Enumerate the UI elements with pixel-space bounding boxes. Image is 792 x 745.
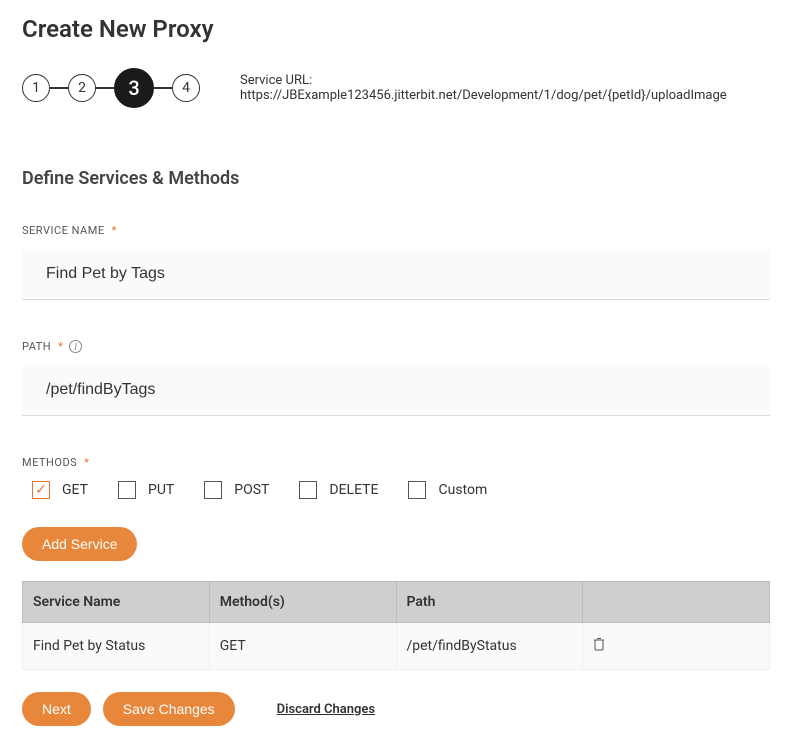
checkbox-box[interactable]: [32, 481, 50, 499]
step-3[interactable]: 3: [114, 68, 154, 108]
required-marker: *: [84, 456, 89, 469]
service-url-value: https://JBExample123456.jitterbit.net/De…: [240, 88, 727, 103]
checkbox-box[interactable]: [204, 481, 222, 499]
step-connector: [96, 87, 114, 89]
step-4[interactable]: 4: [172, 74, 200, 102]
cell-methods: GET: [209, 623, 396, 670]
header-row: 1 2 3 4 Service URL: https://JBExample12…: [22, 68, 770, 108]
discard-changes-link[interactable]: Discard Changes: [277, 702, 375, 717]
step-connector: [50, 87, 68, 89]
cell-actions: [583, 623, 770, 670]
label-text: PATH: [22, 340, 51, 353]
add-service-button[interactable]: Add Service: [22, 527, 137, 561]
step-connector: [154, 87, 172, 89]
service-url-label: Service URL:: [240, 73, 312, 88]
path-input[interactable]: [22, 365, 770, 416]
delete-icon[interactable]: [593, 639, 605, 655]
service-name-input[interactable]: [22, 249, 770, 300]
label-text: METHODS: [22, 456, 77, 469]
th-actions: [583, 582, 770, 623]
checkbox-box[interactable]: [118, 481, 136, 499]
table-row: Find Pet by Status GET /pet/findByStatus: [23, 623, 770, 670]
cell-path: /pet/findByStatus: [396, 623, 583, 670]
th-service-name: Service Name: [23, 582, 210, 623]
required-marker: *: [58, 340, 63, 353]
checkbox-label: DELETE: [329, 482, 378, 498]
info-icon[interactable]: i: [69, 340, 82, 353]
methods-row: GET PUT POST DELETE Custom: [22, 481, 770, 499]
checkbox-post[interactable]: POST: [204, 481, 269, 499]
save-changes-button[interactable]: Save Changes: [103, 692, 235, 726]
checkbox-label: GET: [62, 482, 88, 498]
methods-label: METHODS *: [22, 456, 770, 469]
stepper: 1 2 3 4: [22, 68, 200, 108]
next-button[interactable]: Next: [22, 692, 91, 726]
required-marker: *: [112, 224, 117, 237]
checkbox-label: POST: [234, 482, 269, 498]
label-text: SERVICE NAME: [22, 224, 105, 237]
service-name-label: SERVICE NAME *: [22, 224, 770, 237]
table-header-row: Service Name Method(s) Path: [23, 582, 770, 623]
checkbox-box[interactable]: [299, 481, 317, 499]
checkbox-delete[interactable]: DELETE: [299, 481, 378, 499]
checkbox-custom[interactable]: Custom: [408, 481, 487, 499]
service-url: Service URL: https://JBExample123456.jit…: [240, 73, 770, 103]
step-1[interactable]: 1: [22, 74, 50, 102]
checkbox-put[interactable]: PUT: [118, 481, 174, 499]
page-title: Create New Proxy: [22, 15, 770, 43]
step-2[interactable]: 2: [68, 74, 96, 102]
checkbox-box[interactable]: [408, 481, 426, 499]
th-methods: Method(s): [209, 582, 396, 623]
checkbox-label: Custom: [438, 482, 487, 498]
footer-actions: Next Save Changes Discard Changes: [22, 692, 770, 726]
checkbox-label: PUT: [148, 482, 174, 498]
cell-service-name: Find Pet by Status: [23, 623, 210, 670]
th-path: Path: [396, 582, 583, 623]
checkbox-get[interactable]: GET: [32, 481, 88, 499]
services-table: Service Name Method(s) Path Find Pet by …: [22, 581, 770, 670]
path-label: PATH * i: [22, 340, 770, 353]
section-title: Define Services & Methods: [22, 168, 770, 189]
